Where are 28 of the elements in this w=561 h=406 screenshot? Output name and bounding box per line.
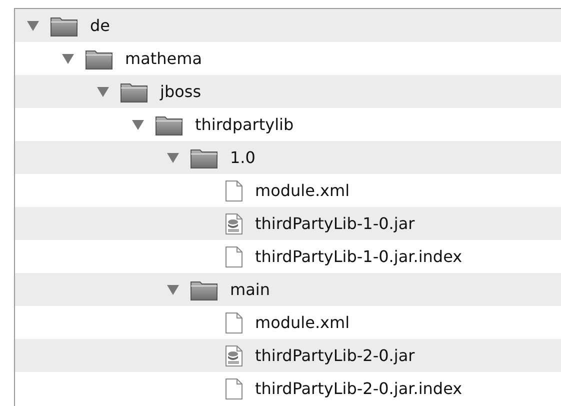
- document-icon: [225, 378, 243, 400]
- disclosure-triangle-icon[interactable]: [26, 20, 38, 30]
- folder-name[interactable]: 1.0: [230, 146, 256, 170]
- file-name[interactable]: thirdPartyLib-1-0.jar.index: [255, 244, 462, 268]
- jar-file-icon: [225, 344, 243, 366]
- document-icon: [225, 312, 243, 334]
- disclosure-triangle-icon[interactable]: [132, 120, 144, 130]
- document-icon: [225, 246, 243, 268]
- folder-name[interactable]: mathema: [125, 46, 202, 70]
- folder-icon: [85, 48, 113, 70]
- folder-icon: [190, 146, 218, 168]
- folder-icon: [50, 14, 78, 36]
- folder-icon: [190, 278, 218, 300]
- file-name[interactable]: module.xml: [255, 310, 350, 334]
- folder-name[interactable]: jboss: [160, 80, 202, 104]
- disclosure-triangle-icon[interactable]: [166, 152, 178, 162]
- disclosure-triangle-icon[interactable]: [62, 54, 74, 64]
- file-name[interactable]: thirdPartyLib-2-0.jar.index: [255, 376, 462, 400]
- folder-icon: [155, 114, 183, 136]
- disclosure-triangle-icon[interactable]: [166, 284, 178, 294]
- folder-name[interactable]: thirdpartylib: [195, 112, 294, 136]
- folder-name[interactable]: main: [230, 278, 270, 302]
- file-name[interactable]: module.xml: [255, 178, 350, 202]
- folder-name[interactable]: de: [90, 14, 110, 38]
- disclosure-triangle-icon[interactable]: [96, 86, 108, 96]
- document-icon: [225, 180, 243, 202]
- jar-file-icon: [225, 212, 243, 234]
- folder-icon: [120, 80, 148, 102]
